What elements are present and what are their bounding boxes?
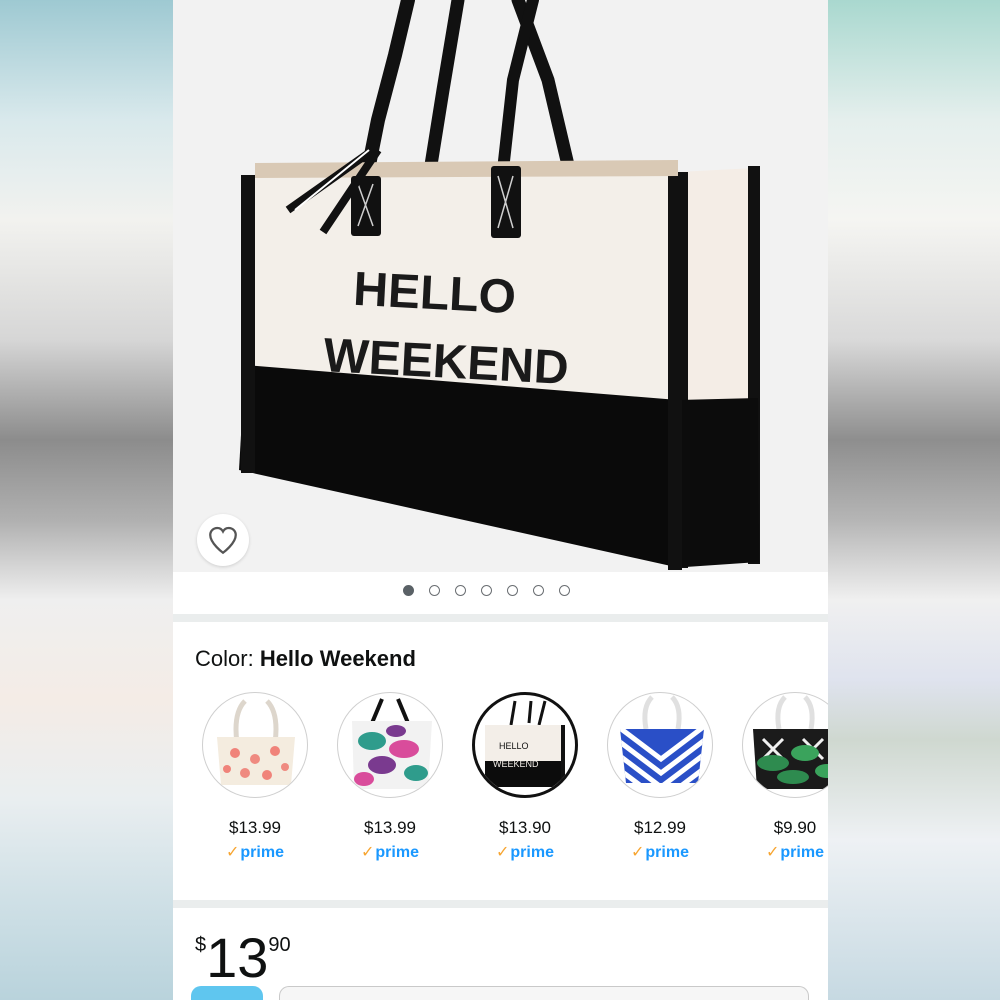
quantity-button[interactable]	[191, 986, 263, 1000]
swatch-price: $13.99	[364, 818, 416, 837]
add-to-wishlist-button[interactable]	[197, 514, 249, 566]
prime-check-icon: ✓	[496, 844, 510, 861]
color-swatch-palm-leaves[interactable]: $9.90 ✓prime	[739, 692, 828, 862]
price-fraction: 90	[268, 934, 291, 956]
prime-badge: ✓prime	[361, 844, 419, 861]
color-swatch-blue-stripes[interactable]: $12.99 ✓prime	[604, 692, 716, 862]
svg-text:HELLO: HELLO	[499, 741, 529, 751]
prime-check-icon: ✓	[226, 844, 240, 861]
product-page: HELLO WEEKEND Color: Hello Weekend $13.9…	[173, 0, 828, 1000]
product-image[interactable]: HELLO WEEKEND	[173, 0, 828, 572]
bag-print-line1: HELLO	[352, 263, 517, 324]
swatch-price: $9.90	[773, 818, 817, 837]
price-whole: 13	[206, 926, 269, 989]
background-right	[828, 0, 1000, 1000]
background-left	[0, 0, 173, 1000]
heart-outline-icon	[209, 526, 237, 555]
carousel-dot-1[interactable]	[403, 585, 414, 596]
color-swatch-list: $13.99 ✓prime $13.99 ✓prime HELLO WEEKEN…	[173, 692, 828, 872]
price-currency: $	[195, 934, 207, 956]
carousel-dot-4[interactable]	[481, 585, 492, 596]
swatch-price: $13.90	[499, 818, 551, 837]
prime-check-icon: ✓	[361, 844, 375, 861]
carousel-dot-7[interactable]	[559, 585, 570, 596]
prime-badge: ✓prime	[496, 844, 554, 861]
prime-badge: ✓prime	[631, 844, 689, 861]
tote-bag-illustration: HELLO WEEKEND	[239, 0, 760, 570]
swatch-price: $12.99	[634, 818, 686, 837]
delivery-info-button[interactable]	[279, 986, 809, 1000]
prime-check-icon: ✓	[766, 844, 780, 861]
product-price: $1390	[195, 928, 291, 988]
color-swatch-flamingo[interactable]: $13.99 ✓prime	[199, 692, 311, 862]
swatch-image	[337, 692, 443, 798]
prime-badge: ✓prime	[766, 844, 824, 861]
color-swatch-hello-weekend[interactable]: HELLO WEEKEND $13.90 ✓prime	[469, 692, 581, 862]
prime-check-icon: ✓	[631, 844, 645, 861]
carousel-dot-3[interactable]	[455, 585, 466, 596]
carousel-dot-2[interactable]	[429, 585, 440, 596]
color-swatch-tropical[interactable]: $13.99 ✓prime	[334, 692, 446, 862]
image-carousel-indicator	[173, 572, 828, 614]
color-selector: Color: Hello Weekend $13.99 ✓prime $13.9…	[173, 622, 828, 900]
swatch-image	[202, 692, 308, 798]
selected-color-value: Hello Weekend	[259, 646, 416, 671]
prime-badge: ✓prime	[226, 844, 284, 861]
svg-text:WEEKEND: WEEKEND	[493, 759, 539, 769]
swatch-image	[607, 692, 713, 798]
swatch-image: HELLO WEEKEND	[472, 692, 578, 798]
carousel-dot-5[interactable]	[507, 585, 518, 596]
swatch-image	[742, 692, 828, 798]
swatch-price: $13.99	[229, 818, 281, 837]
carousel-dot-6[interactable]	[533, 585, 544, 596]
color-label: Color: Hello Weekend	[195, 646, 416, 671]
